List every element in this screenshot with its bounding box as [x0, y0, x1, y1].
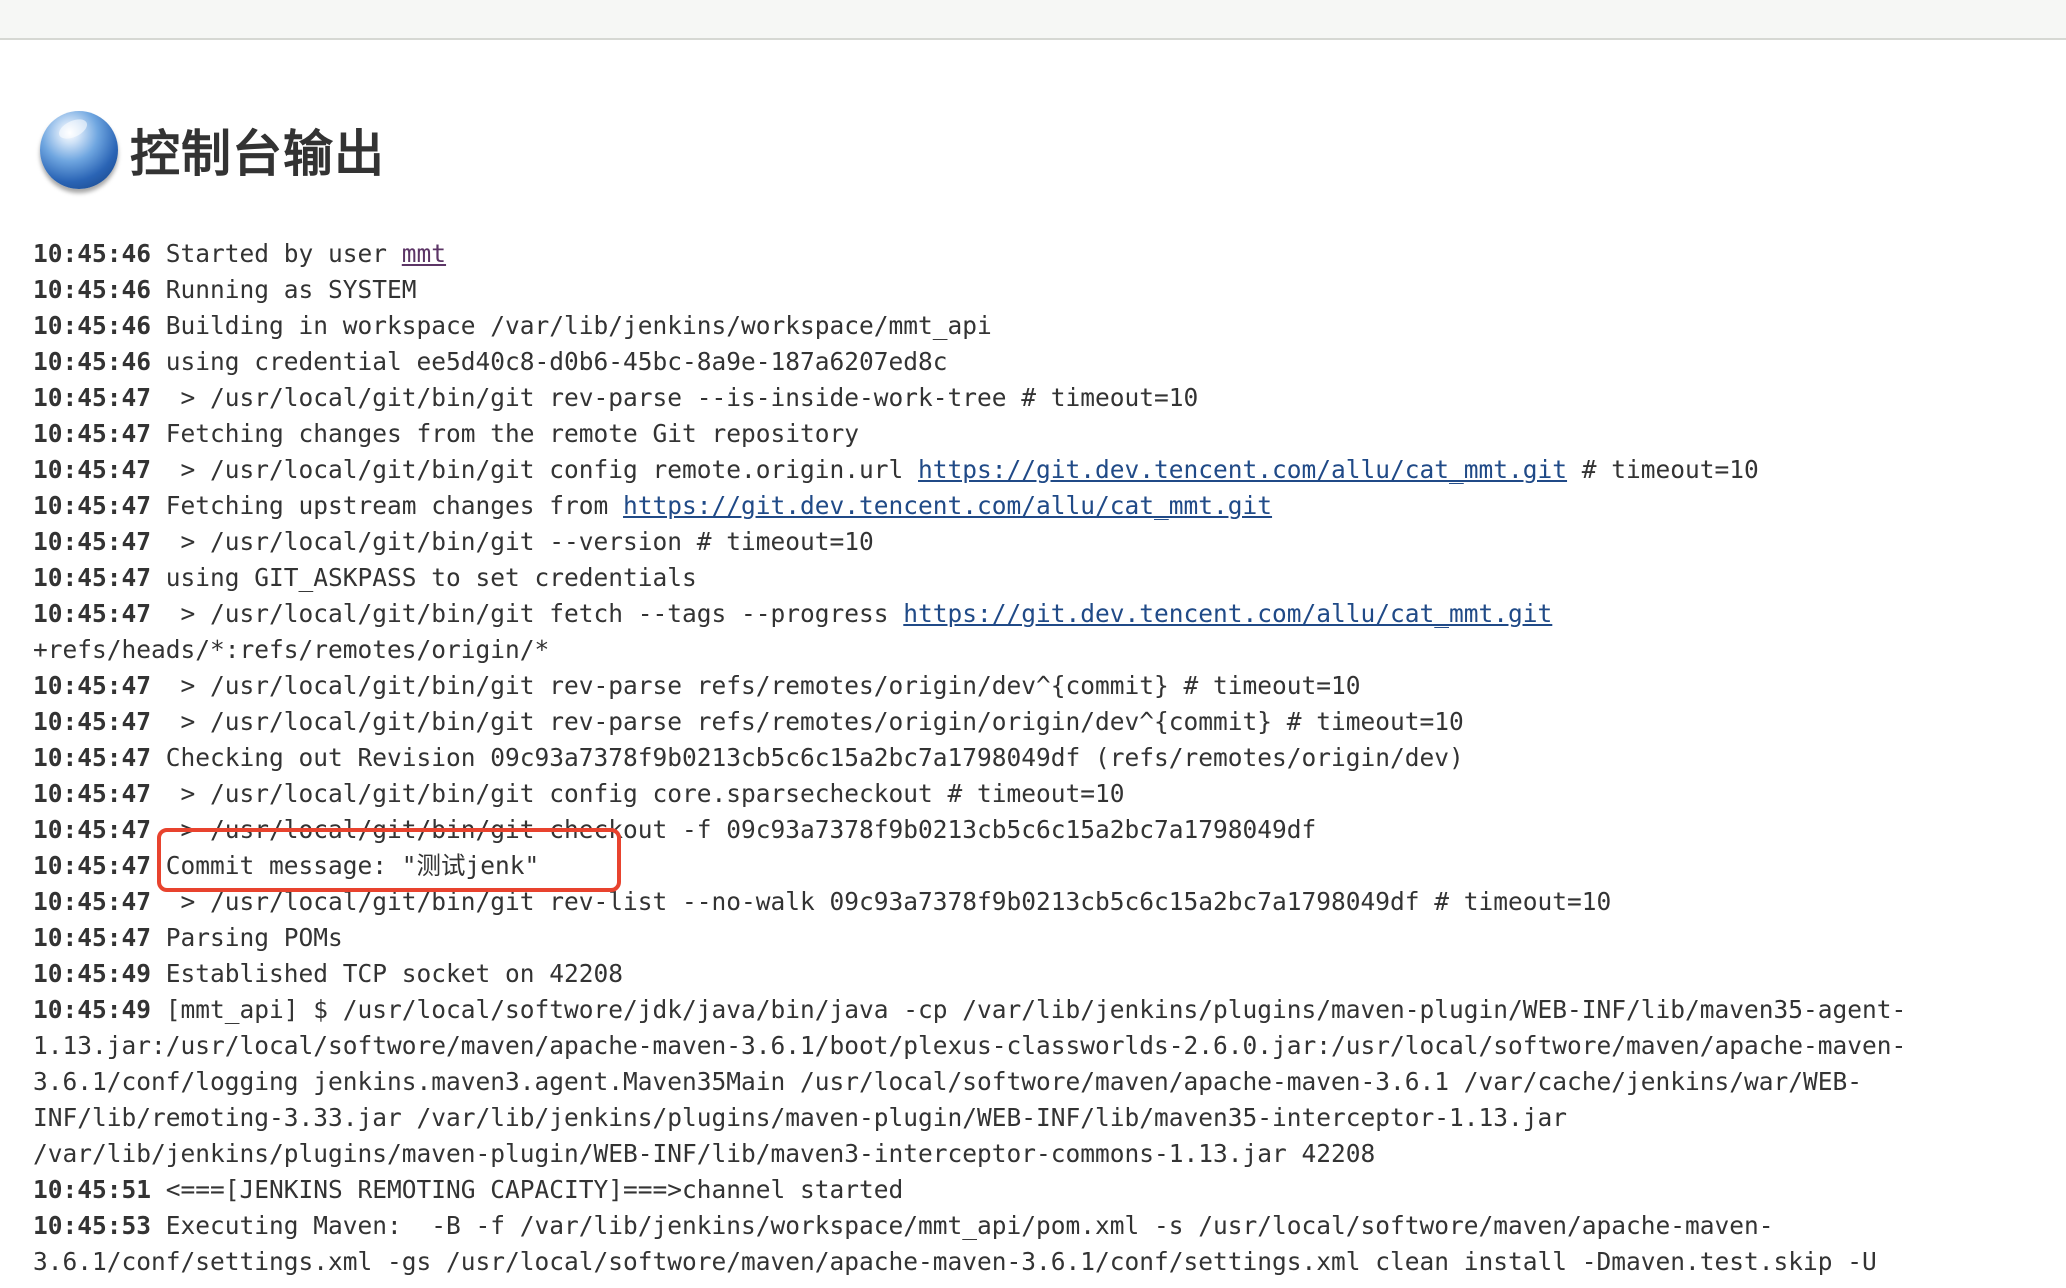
console-line: 1.13.jar:/usr/local/softwore/maven/apach…	[33, 1028, 2033, 1064]
console-line: 10:45:47 using GIT_ASKPASS to set creden…	[33, 560, 2033, 596]
console-line: /var/lib/jenkins/plugins/maven-plugin/WE…	[33, 1136, 2033, 1172]
timestamp: 10:45:51	[33, 1175, 152, 1204]
log-text: /var/lib/jenkins/plugins/maven-plugin/WE…	[33, 1139, 1376, 1168]
log-text: <===[JENKINS REMOTING CAPACITY]===>chann…	[151, 1175, 904, 1204]
timestamp: 10:45:47	[33, 923, 152, 952]
timestamp: 10:45:47	[33, 779, 152, 808]
console-line: 3.6.1/conf/logging jenkins.maven3.agent.…	[33, 1064, 2033, 1100]
repo-url-link[interactable]: https://git.dev.tencent.com/allu/cat_mmt…	[903, 599, 1552, 628]
log-text: # timeout=10	[1567, 455, 1759, 484]
console-line: 10:45:47 Checking out Revision 09c93a737…	[33, 740, 2033, 776]
timestamp: 10:45:49	[33, 959, 152, 988]
log-text: +refs/heads/*:refs/remotes/origin/*	[33, 635, 550, 664]
console-line: 10:45:47 Parsing POMs	[33, 920, 2033, 956]
log-text: Building in workspace /var/lib/jenkins/w…	[151, 311, 992, 340]
console-line: 10:45:47 > /usr/local/git/bin/git fetch …	[33, 596, 2033, 632]
log-text: > /usr/local/git/bin/git rev-parse --is-…	[151, 383, 1199, 412]
console-line: 10:45:47 > /usr/local/git/bin/git config…	[33, 776, 2033, 812]
timestamp: 10:45:47	[33, 887, 152, 916]
log-text: Parsing POMs	[151, 923, 343, 952]
timestamp: 10:45:46	[33, 275, 152, 304]
log-text: > /usr/local/git/bin/git checkout -f 09c…	[151, 815, 1317, 844]
log-text: [mmt_api] $ /usr/local/softwore/jdk/java…	[151, 995, 1907, 1024]
console-line: 10:45:46 Building in workspace /var/lib/…	[33, 308, 2033, 344]
timestamp: 10:45:47	[33, 455, 152, 484]
console-line: 10:45:47 > /usr/local/git/bin/git rev-li…	[33, 884, 2033, 920]
console-line: 10:45:46 Started by user mmt	[33, 236, 2033, 272]
console-output: 10:45:46 Started by user mmt 10:45:46 Run…	[33, 236, 2033, 1280]
console-line: 10:45:49 [mmt_api] $ /usr/local/softwore…	[33, 992, 2033, 1028]
console-line: 10:45:47 Fetching upstream changes from …	[33, 488, 2033, 524]
log-text: 1.13.jar:/usr/local/softwore/maven/apach…	[33, 1031, 1907, 1060]
repo-url-link[interactable]: https://git.dev.tencent.com/allu/cat_mmt…	[623, 491, 1272, 520]
timestamp: 10:45:47	[33, 419, 152, 448]
log-text: Executing Maven: -B -f /var/lib/jenkins/…	[151, 1211, 1774, 1240]
log-text: 3.6.1/conf/settings.xml -gs /usr/local/s…	[33, 1247, 1877, 1276]
console-line: 10:45:47 > /usr/local/git/bin/git rev-pa…	[33, 668, 2033, 704]
repo-url-link[interactable]: https://git.dev.tencent.com/allu/cat_mmt…	[918, 455, 1567, 484]
timestamp: 10:45:46	[33, 239, 152, 268]
timestamp: 10:45:47	[33, 599, 152, 628]
console-line: 3.6.1/conf/settings.xml -gs /usr/local/s…	[33, 1244, 2033, 1280]
log-text: Running as SYSTEM	[151, 275, 417, 304]
timestamp: 10:45:47	[33, 815, 152, 844]
timestamp: 10:45:46	[33, 311, 152, 340]
timestamp: 10:45:53	[33, 1211, 152, 1240]
timestamp: 10:45:49	[33, 995, 152, 1024]
console-line: 10:45:53 Executing Maven: -B -f /var/lib…	[33, 1208, 2033, 1244]
console-line: 10:45:47 > /usr/local/git/bin/git rev-pa…	[33, 704, 2033, 740]
page-header: 控制台输出	[40, 108, 385, 192]
timestamp: 10:45:47	[33, 743, 152, 772]
user-link[interactable]: mmt	[402, 239, 446, 268]
log-text: INF/lib/remoting-3.33.jar /var/lib/jenki…	[33, 1103, 1568, 1132]
console-line: 10:45:47 > /usr/local/git/bin/git --vers…	[33, 524, 2033, 560]
log-text: > /usr/local/git/bin/git --version # tim…	[151, 527, 874, 556]
console-line: 10:45:47 > /usr/local/git/bin/git config…	[33, 452, 2033, 488]
console-line: +refs/heads/*:refs/remotes/origin/*	[33, 632, 2033, 668]
timestamp: 10:45:47	[33, 383, 152, 412]
console-line: 10:45:49 Established TCP socket on 42208	[33, 956, 2033, 992]
timestamp: 10:45:47	[33, 851, 152, 880]
timestamp: 10:45:47	[33, 491, 152, 520]
log-text: using credential ee5d40c8-d0b6-45bc-8a9e…	[151, 347, 948, 376]
log-text: > /usr/local/git/bin/git fetch --tags --…	[151, 599, 904, 628]
log-text: > /usr/local/git/bin/git config remote.o…	[151, 455, 919, 484]
log-text: > /usr/local/git/bin/git rev-parse refs/…	[151, 671, 1361, 700]
log-text: Started by user	[151, 239, 402, 268]
console-line: 10:45:47 Fetching changes from the remot…	[33, 416, 2033, 452]
log-text: Commit message: "测试jenk"	[151, 851, 540, 880]
log-text: Checking out Revision 09c93a7378f9b0213c…	[151, 743, 1464, 772]
timestamp: 10:45:46	[33, 347, 152, 376]
log-text: > /usr/local/git/bin/git rev-list --no-w…	[151, 887, 1612, 916]
page-title: 控制台输出	[130, 125, 385, 183]
console-line: INF/lib/remoting-3.33.jar /var/lib/jenki…	[33, 1100, 2033, 1136]
console-line: 10:45:47 > /usr/local/git/bin/git checko…	[33, 812, 2033, 848]
log-text: Fetching changes from the remote Git rep…	[151, 419, 860, 448]
console-line: 10:45:46 using credential ee5d40c8-d0b6-…	[33, 344, 2033, 380]
timestamp: 10:45:47	[33, 563, 152, 592]
console-line: 10:45:51 <===[JENKINS REMOTING CAPACITY]…	[33, 1172, 2033, 1208]
log-text: Fetching upstream changes from	[151, 491, 624, 520]
timestamp: 10:45:47	[33, 527, 152, 556]
console-line: 10:45:47 Commit message: "测试jenk"	[33, 848, 2033, 884]
log-text: Established TCP socket on 42208	[151, 959, 624, 988]
log-text: > /usr/local/git/bin/git rev-parse refs/…	[151, 707, 1464, 736]
console-line: 10:45:46 Running as SYSTEM	[33, 272, 2033, 308]
globe-icon	[40, 111, 118, 189]
console-line: 10:45:47 > /usr/local/git/bin/git rev-pa…	[33, 380, 2033, 416]
timestamp: 10:45:47	[33, 671, 152, 700]
log-text: > /usr/local/git/bin/git config core.spa…	[151, 779, 1125, 808]
log-text: 3.6.1/conf/logging jenkins.maven3.agent.…	[33, 1067, 1863, 1096]
top-bar	[0, 0, 2066, 40]
timestamp: 10:45:47	[33, 707, 152, 736]
log-text: using GIT_ASKPASS to set credentials	[151, 563, 697, 592]
